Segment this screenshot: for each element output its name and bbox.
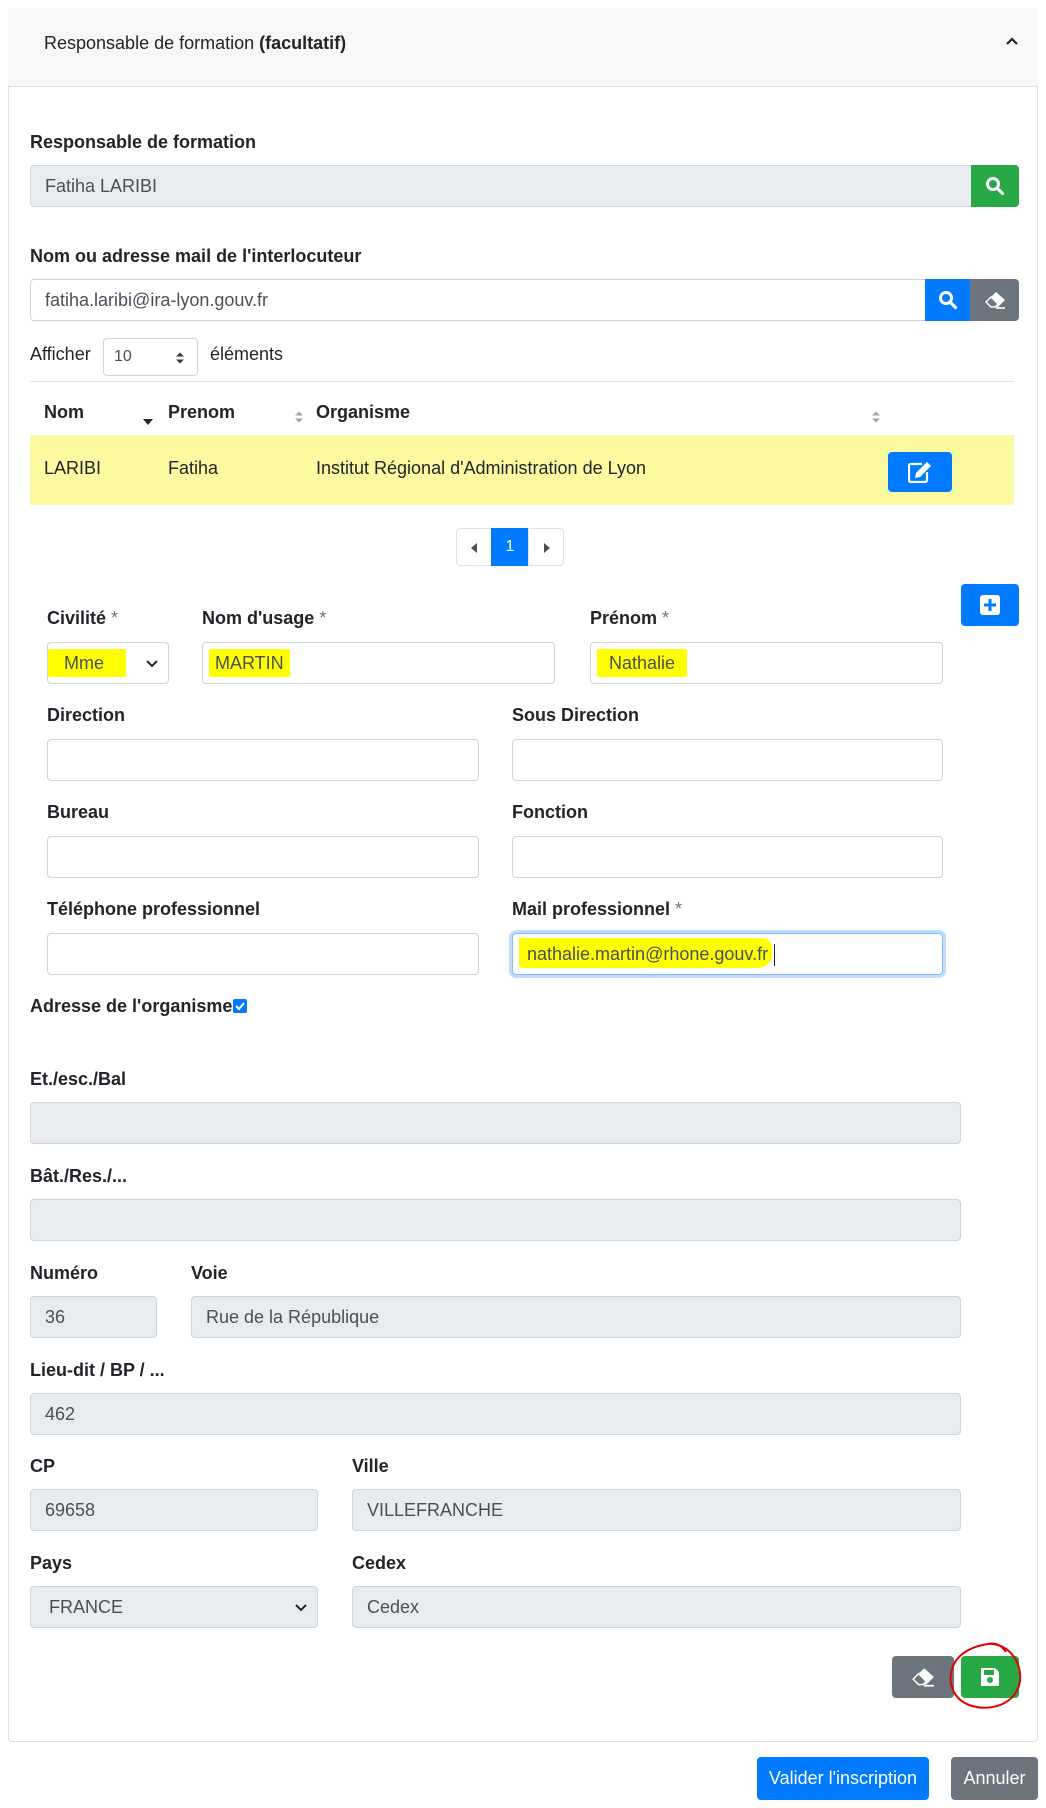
required-mark: * bbox=[319, 608, 327, 628]
mail-value: nathalie.martin@rhone.gouv.fr bbox=[519, 938, 773, 968]
edit-row-button[interactable] bbox=[888, 452, 952, 492]
mail-label-text: Mail professionnel bbox=[512, 899, 671, 919]
responsable-input[interactable]: Fatiha LARIBI bbox=[30, 165, 972, 207]
search-icon bbox=[939, 291, 958, 310]
sous-direction-label: Sous Direction bbox=[512, 705, 640, 725]
civilite-label: Civilité * bbox=[47, 608, 118, 629]
responsable-label: Responsable de formation bbox=[30, 132, 257, 152]
header-title-text: Responsable de formation bbox=[44, 33, 255, 53]
row-prenom: Fatiha bbox=[168, 458, 219, 478]
civilite-select[interactable]: Mme bbox=[47, 642, 169, 684]
lieu-dit-input[interactable]: 462 bbox=[30, 1393, 961, 1435]
fonction-input[interactable] bbox=[512, 836, 943, 878]
sort-updown-icon bbox=[295, 411, 303, 423]
chevron-up-icon[interactable] bbox=[1004, 34, 1020, 48]
adresse-checkbox[interactable] bbox=[233, 999, 247, 1013]
search-icon bbox=[986, 177, 1005, 196]
caret-right-icon bbox=[544, 543, 550, 553]
sort-updown-icon bbox=[176, 352, 184, 364]
chevron-down-icon bbox=[146, 660, 158, 668]
row-organisme: Institut Régional d'Administration de Ly… bbox=[316, 458, 646, 478]
cedex-input[interactable]: Cedex bbox=[352, 1586, 961, 1628]
et-esc-bal-label: Et./esc./Bal bbox=[30, 1069, 127, 1089]
pays-label: Pays bbox=[30, 1553, 73, 1573]
eraser-icon bbox=[912, 1668, 934, 1687]
mail-input[interactable]: nathalie.martin@rhone.gouv.fr bbox=[512, 933, 943, 975]
bat-res-label: Bât./Res./... bbox=[30, 1166, 128, 1186]
length-prefix: Afficher bbox=[30, 344, 91, 364]
ville-label: Ville bbox=[352, 1456, 389, 1476]
voie-label: Voie bbox=[191, 1263, 228, 1283]
search-input[interactable]: fatiha.laribi@ira-lyon.gouv.fr bbox=[30, 279, 926, 321]
cp-input[interactable]: 69658 bbox=[30, 1489, 318, 1531]
add-contact-button[interactable] bbox=[961, 584, 1019, 626]
prenom-label-text: Prénom bbox=[590, 608, 658, 628]
sort-updown-icon bbox=[872, 411, 880, 423]
required-mark: * bbox=[675, 899, 683, 919]
pays-value: FRANCE bbox=[49, 1597, 124, 1617]
edit-icon bbox=[908, 462, 931, 483]
civilite-value: Mme bbox=[48, 649, 126, 677]
responsable-search-button[interactable] bbox=[971, 165, 1019, 207]
annotation-circle bbox=[949, 1642, 1022, 1709]
text-cursor bbox=[774, 944, 776, 967]
prenom-label: Prénom * bbox=[590, 608, 669, 629]
bat-res-input[interactable] bbox=[30, 1199, 961, 1241]
cp-label: CP bbox=[30, 1456, 56, 1476]
sort-desc-icon bbox=[143, 419, 153, 425]
clear-search-button[interactable] bbox=[970, 279, 1019, 321]
voie-input[interactable]: Rue de la République bbox=[191, 1296, 961, 1338]
checkmark-icon bbox=[235, 1002, 245, 1011]
table-header-prenom[interactable]: Prenom bbox=[168, 402, 235, 423]
pagination-prev[interactable] bbox=[456, 528, 492, 566]
pagination-next[interactable] bbox=[528, 528, 564, 566]
bureau-label: Bureau bbox=[47, 802, 110, 822]
page-length-select[interactable]: 10 bbox=[103, 338, 198, 376]
valider-inscription-button[interactable]: Valider l'inscription bbox=[757, 1757, 929, 1800]
caret-left-icon bbox=[471, 543, 477, 553]
required-mark: * bbox=[662, 608, 670, 628]
cedex-label: Cedex bbox=[352, 1553, 407, 1573]
adresse-label: Adresse de l'organisme bbox=[30, 996, 233, 1016]
numero-label: Numéro bbox=[30, 1263, 99, 1283]
nom-usage-value: MARTIN bbox=[209, 649, 290, 677]
chevron-down-icon bbox=[295, 1604, 307, 1612]
nom-usage-label: Nom d'usage * bbox=[202, 608, 326, 629]
plus-square-icon bbox=[980, 595, 1000, 615]
nom-usage-input[interactable]: MARTIN bbox=[202, 642, 555, 684]
eraser-icon bbox=[984, 292, 1005, 309]
prenom-input[interactable]: Nathalie bbox=[590, 642, 943, 684]
lieu-dit-label: Lieu-dit / BP / ... bbox=[30, 1360, 165, 1380]
page-length-value: 10 bbox=[114, 348, 132, 365]
direction-label: Direction bbox=[47, 705, 126, 725]
length-suffix: éléments bbox=[210, 344, 284, 364]
numero-input[interactable]: 36 bbox=[30, 1296, 157, 1338]
search-button[interactable] bbox=[925, 279, 971, 321]
card-header-title: Responsable de formation (facultatif) bbox=[44, 33, 346, 54]
nom-usage-label-text: Nom d'usage bbox=[202, 608, 315, 628]
et-esc-bal-input[interactable] bbox=[30, 1102, 961, 1144]
prenom-value: Nathalie bbox=[597, 649, 688, 677]
table-header-organisme[interactable]: Organisme bbox=[316, 402, 410, 423]
fonction-label: Fonction bbox=[512, 802, 588, 822]
search-label: Nom ou adresse mail de l'interlocuteur bbox=[30, 246, 362, 266]
sous-direction-input[interactable] bbox=[512, 739, 943, 781]
civilite-label-text: Civilité bbox=[47, 608, 107, 628]
pagination-page-1[interactable]: 1 bbox=[491, 528, 529, 566]
telephone-input[interactable] bbox=[47, 933, 479, 975]
mail-label: Mail professionnel * bbox=[512, 899, 682, 920]
header-title-optional: (facultatif) bbox=[259, 33, 347, 53]
pays-select[interactable]: FRANCE bbox=[30, 1586, 318, 1628]
table-top-border bbox=[30, 381, 1014, 382]
bureau-input[interactable] bbox=[47, 836, 479, 878]
required-mark: * bbox=[111, 608, 119, 628]
row-nom: LARIBI bbox=[44, 458, 102, 478]
ville-input[interactable]: VILLEFRANCHE bbox=[352, 1489, 961, 1531]
telephone-label: Téléphone professionnel bbox=[47, 899, 261, 919]
annuler-button[interactable]: Annuler bbox=[951, 1757, 1038, 1800]
direction-input[interactable] bbox=[47, 739, 479, 781]
table-header-nom[interactable]: Nom bbox=[44, 402, 84, 423]
